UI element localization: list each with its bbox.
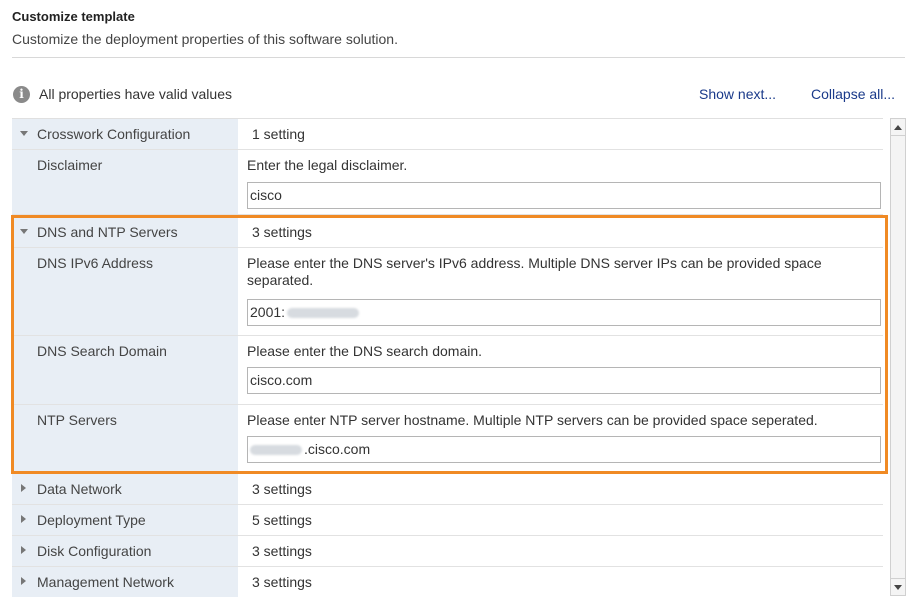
group-label: DNS and NTP Servers <box>37 224 178 240</box>
property-description: Please enter the DNS server's IPv6 addre… <box>247 255 822 288</box>
dns-search-domain-input[interactable]: cisco.com <box>247 367 881 394</box>
group-row-disk-configuration[interactable]: Disk Configuration 3 settings <box>12 536 883 567</box>
group-row-deployment-type[interactable]: Deployment Type 5 settings <box>12 505 883 536</box>
property-row-disclaimer: Disclaimer Enter the legal disclaimer. c… <box>12 150 883 215</box>
property-label: Disclaimer <box>37 157 103 173</box>
validation-status: i All properties have valid values <box>13 84 232 104</box>
scroll-up-button[interactable] <box>891 119 905 136</box>
group-row-dns-and-ntp-servers[interactable]: DNS and NTP Servers 3 settings <box>12 217 883 248</box>
collapse-triangle-icon[interactable] <box>21 546 26 554</box>
group-label: Deployment Type <box>37 512 146 528</box>
scroll-down-button[interactable] <box>891 578 905 595</box>
group-row-crosswork-configuration[interactable]: Crosswork Configuration 1 setting <box>12 119 883 150</box>
dns-ipv6-address-input[interactable]: 2001: <box>247 299 881 326</box>
validation-status-text: All properties have valid values <box>39 86 232 102</box>
vertical-scrollbar[interactable] <box>890 118 906 596</box>
redacted-text <box>250 445 302 456</box>
group-setting-count: 3 settings <box>252 574 312 590</box>
property-row-ntp-servers: NTP Servers Please enter NTP server host… <box>12 405 883 472</box>
group-row-data-network[interactable]: Data Network 3 settings <box>12 474 883 505</box>
property-label: DNS IPv6 Address <box>37 255 153 271</box>
ntp-servers-input[interactable]: .cisco.com <box>247 436 881 463</box>
group-label: Management Network <box>37 574 174 590</box>
property-row-dns-ipv6-address: DNS IPv6 Address Please enter the DNS se… <box>12 248 883 336</box>
expand-triangle-icon[interactable] <box>20 229 28 234</box>
group-row-management-network[interactable]: Management Network 3 settings <box>12 567 883 597</box>
property-description: Please enter NTP server hostname. Multip… <box>247 412 818 428</box>
property-label: DNS Search Domain <box>37 343 167 359</box>
property-description: Please enter the DNS search domain. <box>247 343 483 359</box>
arrow-up-icon <box>894 124 902 130</box>
property-row-dns-search-domain: DNS Search Domain Please enter the DNS s… <box>12 336 883 405</box>
info-icon: i <box>13 85 30 103</box>
header-divider <box>12 57 905 58</box>
show-next-link[interactable]: Show next... <box>699 86 776 102</box>
expand-triangle-icon[interactable] <box>20 131 28 136</box>
redacted-text <box>287 308 360 319</box>
page-title: Customize template <box>12 9 135 24</box>
group-label: Crosswork Configuration <box>37 126 191 142</box>
group-setting-count: 3 settings <box>252 224 312 240</box>
input-value: 2001: <box>250 304 286 320</box>
group-setting-count: 1 setting <box>252 126 305 142</box>
collapse-triangle-icon[interactable] <box>21 484 26 492</box>
properties-grid: Crosswork Configuration 1 setting Discla… <box>12 118 883 597</box>
page-subtitle: Customize the deployment properties of t… <box>12 31 398 47</box>
arrow-down-icon <box>894 584 902 590</box>
group-label: Data Network <box>37 481 122 497</box>
disclaimer-input[interactable]: cisco <box>247 182 881 209</box>
property-description: Enter the legal disclaimer. <box>247 157 408 173</box>
group-setting-count: 3 settings <box>252 481 312 497</box>
collapse-triangle-icon[interactable] <box>21 577 26 585</box>
group-setting-count: 5 settings <box>252 512 312 528</box>
group-setting-count: 3 settings <box>252 543 312 559</box>
collapse-all-link[interactable]: Collapse all... <box>811 86 895 102</box>
group-label: Disk Configuration <box>37 543 152 559</box>
input-value: .cisco.com <box>304 441 371 457</box>
collapse-triangle-icon[interactable] <box>21 515 26 523</box>
property-label: NTP Servers <box>37 412 117 428</box>
